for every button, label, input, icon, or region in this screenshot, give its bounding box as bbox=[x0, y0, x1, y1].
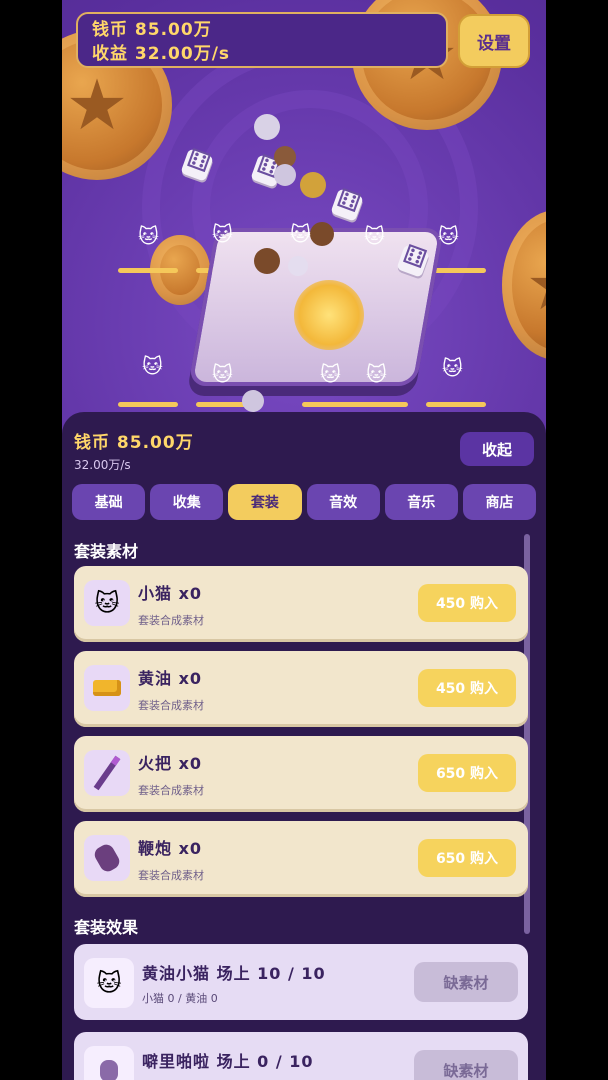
settings-button[interactable]: 设置 bbox=[458, 14, 530, 68]
effects-section-title: 套装效果 bbox=[74, 918, 139, 937]
gold-coin-icon[interactable] bbox=[300, 172, 326, 198]
cat-shelf bbox=[426, 402, 486, 407]
material-card: 火把 x0 套装合成素材 650 购入 bbox=[74, 736, 528, 812]
effect-requirements: 小猫 0 / 黄油 0 bbox=[142, 992, 218, 1005]
cat-unit-icon[interactable]: 🐱 bbox=[438, 224, 468, 248]
buy-button[interactable]: 650 购入 bbox=[418, 754, 516, 792]
cat-unit-icon[interactable]: 🐱 bbox=[364, 224, 394, 248]
material-desc: 套装合成素材 bbox=[138, 614, 204, 627]
tab-sound-effects[interactable]: 音效 bbox=[306, 484, 380, 520]
suit-effect-card: 噼里啪啦 场上 0 / 10 缺素材 bbox=[74, 1032, 528, 1080]
suit-effect-card: 🐱 黄油小猫 场上 10 / 10 小猫 0 / 黄油 0 缺素材 bbox=[74, 944, 528, 1020]
buy-button[interactable]: 450 购入 bbox=[418, 669, 516, 707]
missing-materials-button[interactable]: 缺素材 bbox=[414, 1050, 518, 1080]
material-name: 小猫 x0 bbox=[138, 584, 203, 603]
cat-unit-icon[interactable]: 🐱 bbox=[290, 222, 320, 246]
firecracker-icon bbox=[84, 1046, 134, 1080]
game-screen: ★ ★ ★ 🐱 🐱 🐱 🐱 🐱 🐱 🐱 🐱 🐱 🐱 钱币 85.00万 收益 3… bbox=[62, 0, 546, 1080]
material-desc: 套装合成素材 bbox=[138, 699, 204, 712]
panel-tabs: 基础 收集 套装 音效 音乐 商店 bbox=[72, 484, 537, 522]
cat-unit-icon[interactable]: 🐱 bbox=[212, 222, 242, 246]
cat-unit-icon[interactable]: 🐱 bbox=[442, 356, 472, 380]
firecracker-icon bbox=[84, 835, 130, 881]
tab-music[interactable]: 音乐 bbox=[384, 484, 458, 520]
material-name: 火把 x0 bbox=[138, 754, 203, 773]
panel-coins-display: 钱币 85.00万 bbox=[74, 433, 194, 453]
cat-shelf bbox=[118, 268, 178, 273]
silver-coin-icon[interactable] bbox=[242, 390, 264, 412]
material-name: 鞭炮 x0 bbox=[138, 839, 203, 858]
materials-section-title: 套装素材 bbox=[74, 542, 139, 561]
income-display: 收益 32.00万/s bbox=[92, 44, 231, 64]
effect-name: 黄油小猫 场上 10 / 10 bbox=[142, 964, 326, 983]
torch-icon bbox=[84, 750, 130, 796]
tab-suit[interactable]: 套装 bbox=[228, 484, 302, 520]
silver-coin-icon[interactable] bbox=[274, 164, 296, 186]
board-center-glow bbox=[294, 280, 364, 350]
silver-coin-icon[interactable] bbox=[288, 256, 308, 276]
material-desc: 套装合成素材 bbox=[138, 784, 204, 797]
butter-icon bbox=[84, 665, 130, 711]
coins-display: 钱币 85.00万 bbox=[92, 20, 212, 40]
material-card: 🐱 小猫 x0 套装合成素材 450 购入 bbox=[74, 566, 528, 642]
tab-shop[interactable]: 商店 bbox=[462, 484, 537, 520]
material-card: 鞭炮 x0 套装合成素材 650 购入 bbox=[74, 821, 528, 897]
cat-unit-icon[interactable]: 🐱 bbox=[142, 354, 172, 378]
butter-cat-icon: 🐱 bbox=[84, 958, 134, 1008]
collapse-button[interactable]: 收起 bbox=[460, 432, 534, 466]
missing-materials-button[interactable]: 缺素材 bbox=[414, 962, 518, 1002]
currency-bar: 钱币 85.00万 收益 32.00万/s bbox=[76, 12, 448, 68]
cat-unit-icon[interactable]: 🐱 bbox=[366, 362, 396, 386]
background-coin: ★ bbox=[502, 210, 546, 360]
material-card: 黄油 x0 套装合成素材 450 购入 bbox=[74, 651, 528, 727]
cat-shelf bbox=[302, 402, 408, 407]
material-name: 黄油 x0 bbox=[138, 669, 203, 688]
cat-icon: 🐱 bbox=[84, 580, 130, 626]
buy-button[interactable]: 650 购入 bbox=[418, 839, 516, 877]
tab-collection[interactable]: 收集 bbox=[150, 484, 224, 520]
silver-coin-icon[interactable] bbox=[254, 114, 280, 140]
cat-unit-icon[interactable]: 🐱 bbox=[320, 362, 350, 386]
material-desc: 套装合成素材 bbox=[138, 869, 204, 882]
tab-basic[interactable]: 基础 bbox=[72, 484, 146, 520]
bronze-coin-icon[interactable] bbox=[254, 248, 280, 274]
effect-name: 噼里啪啦 场上 0 / 10 bbox=[142, 1052, 314, 1071]
cat-unit-icon[interactable]: 🐱 bbox=[212, 362, 242, 386]
cat-unit-icon[interactable]: 🐱 bbox=[138, 224, 168, 248]
panel-rate-display: 32.00万/s bbox=[74, 458, 131, 472]
buy-button[interactable]: 450 购入 bbox=[418, 584, 516, 622]
cat-shelf bbox=[118, 402, 178, 407]
shop-panel: 钱币 85.00万 32.00万/s 收起 基础 收集 套装 音效 音乐 商店 … bbox=[62, 412, 546, 1080]
